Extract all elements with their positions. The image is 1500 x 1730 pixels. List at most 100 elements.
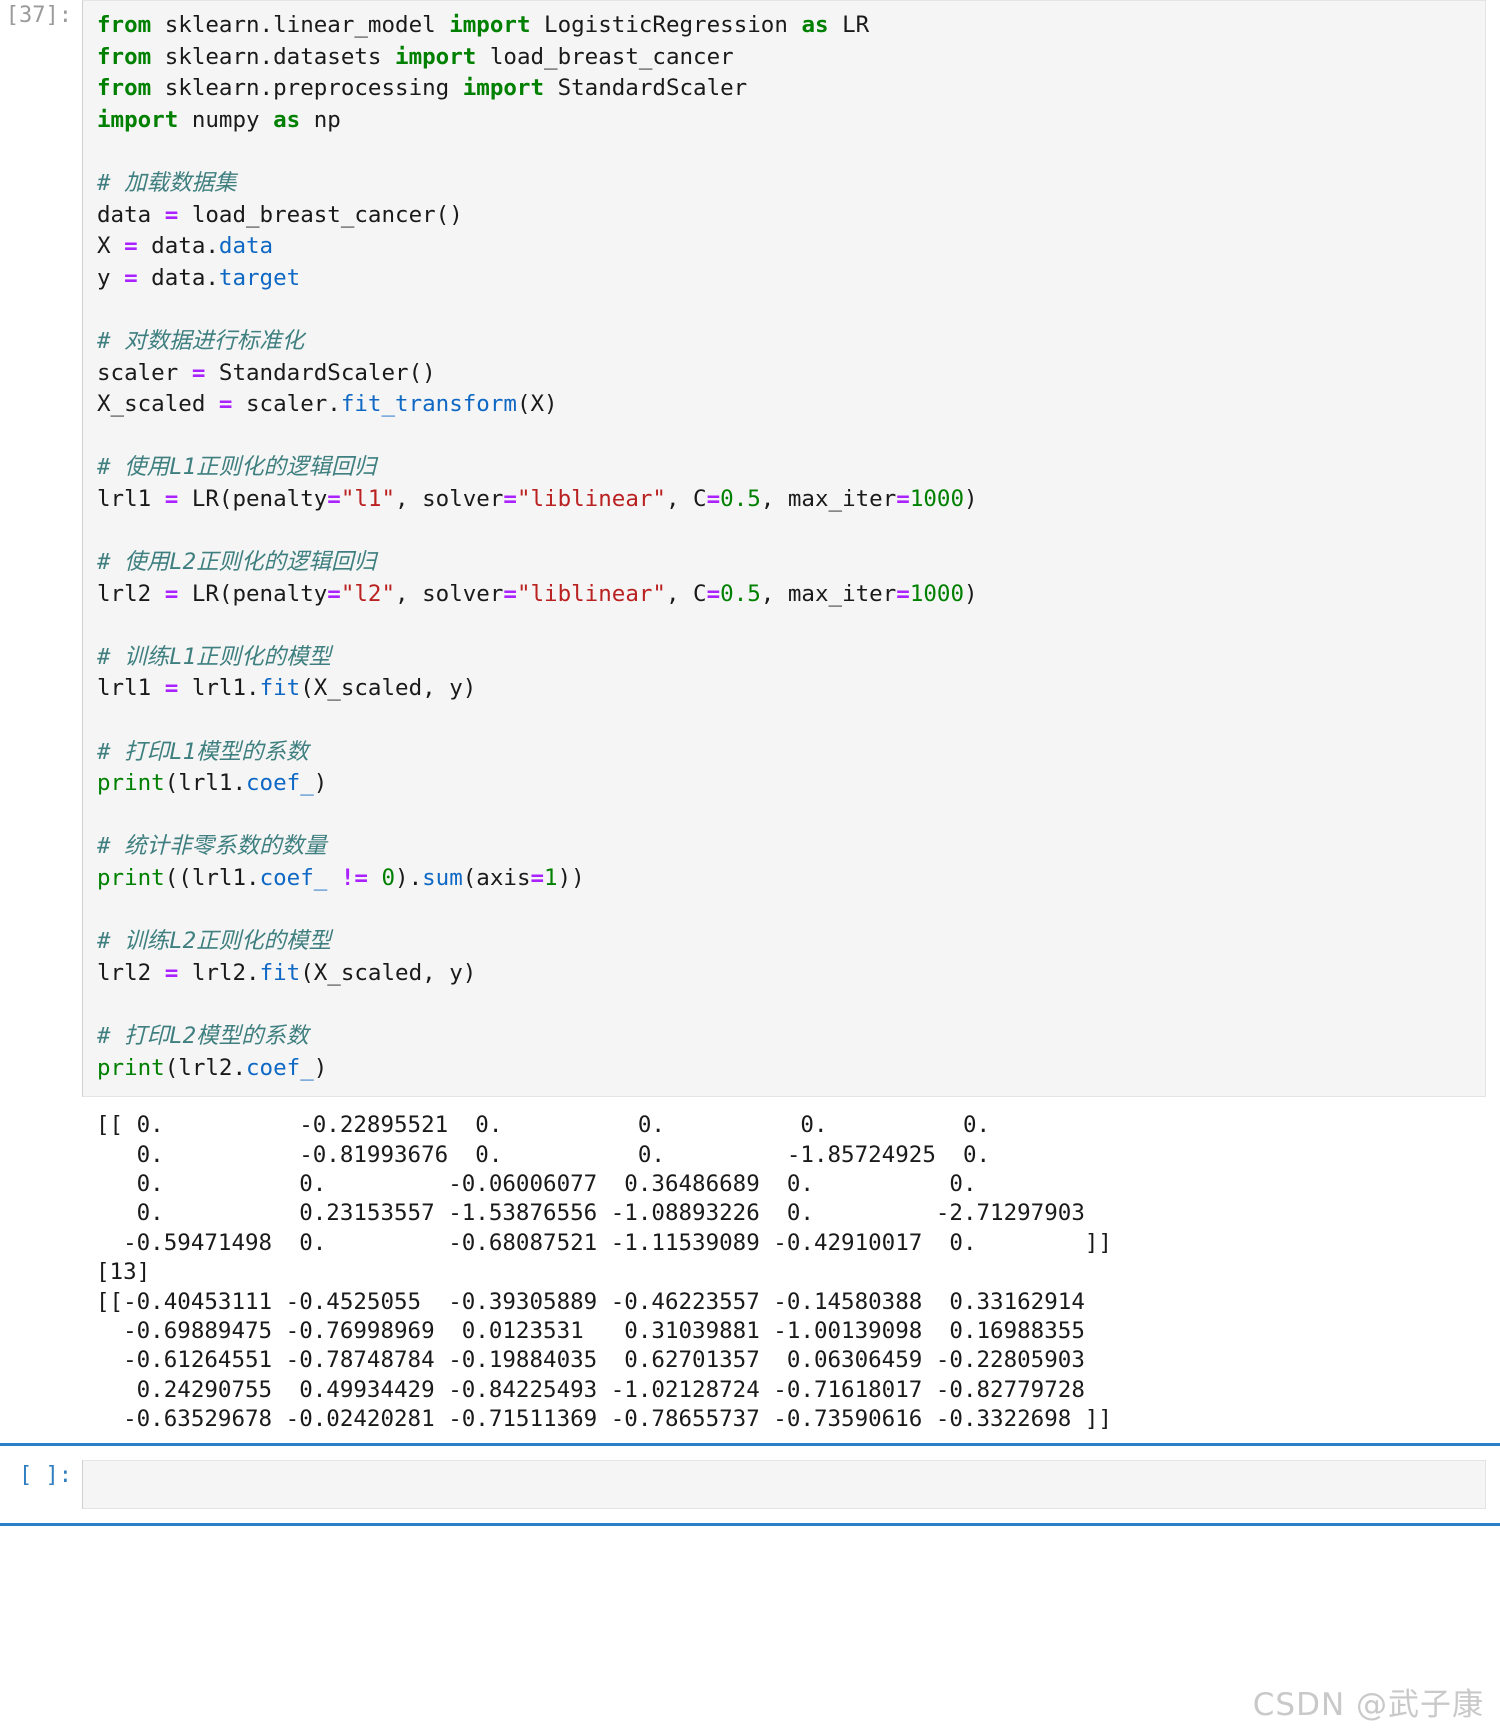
source-code[interactable]: from sklearn.linear_model import Logisti…	[97, 10, 1471, 1084]
code-token-at: fit	[259, 959, 301, 986]
code-token-op: =	[706, 580, 721, 607]
code-token-pl: , solver	[395, 580, 504, 607]
code-token-pl: lrl1	[97, 675, 165, 702]
code-token-pl: np	[300, 106, 341, 133]
code-token-pl: , C	[665, 485, 707, 512]
code-token-pl: LogisticRegression	[544, 12, 802, 38]
code-token-pl: LR	[828, 12, 870, 38]
code-token-st: "liblinear"	[516, 580, 666, 607]
empty-cell-body	[82, 1459, 1500, 1509]
cell-divider-bottom	[0, 1522, 1500, 1526]
code-token-pl: )	[313, 1054, 328, 1081]
code-token-pl: ((lrl1.	[164, 865, 260, 892]
code-token-op: =	[503, 485, 517, 512]
code-token-at: coef_	[259, 865, 328, 892]
code-cell-body: from sklearn.linear_model import Logisti…	[82, 0, 1500, 1098]
code-token-op: =	[164, 485, 179, 512]
code-token-pl: sklearn.linear_model	[164, 12, 450, 38]
code-token-op: =	[124, 233, 138, 260]
code-token-pl: lrl2	[97, 580, 165, 607]
code-token-pl: data.	[137, 264, 219, 291]
output-cell-body: [[ 0. -0.22895521 0. 0. 0. 0. 0. -0.8199…	[82, 1097, 1500, 1443]
code-token-pl: lrl2	[97, 959, 165, 986]
empty-code-input[interactable]	[82, 1459, 1486, 1509]
code-token-at: sum	[422, 865, 463, 892]
code-token-pl: LR(penalty	[178, 580, 328, 607]
code-token-pl: data.	[137, 233, 219, 260]
code-input-area[interactable]: from sklearn.linear_model import Logisti…	[82, 0, 1486, 1098]
empty-execution-prompt: [ ]:	[19, 1462, 72, 1488]
code-token-op: =	[218, 391, 233, 418]
code-token-pl: )	[964, 580, 978, 607]
code-cell: [37]: from sklearn.linear_model import L…	[0, 0, 1500, 1098]
code-token-pl: ))	[557, 865, 585, 892]
code-token-op: =	[164, 675, 179, 702]
code-token-cm: # 统计非零系数的数量	[97, 833, 327, 860]
code-token-kw: import	[97, 106, 192, 133]
execution-count-prompt: [37]:	[5, 3, 72, 28]
code-token-kw: import	[462, 75, 558, 102]
code-token-op: =	[164, 201, 179, 228]
code-token-kw: import	[449, 12, 545, 38]
code-token-pl: )	[964, 485, 978, 512]
code-token-pl: )	[313, 770, 328, 797]
code-token-pl: , solver	[395, 485, 504, 512]
code-token-op: =	[327, 580, 341, 607]
code-token-pl: (lrl1.	[164, 770, 247, 797]
code-token-bi: print	[97, 865, 165, 892]
code-token-op: =	[530, 865, 545, 892]
code-token-at: data	[218, 233, 274, 260]
code-token-pl: y	[97, 264, 125, 291]
code-token-pl: (X_scaled, y)	[300, 675, 477, 702]
code-token-op: =	[327, 485, 341, 512]
output-cell: [[ 0. -0.22895521 0. 0. 0. 0. 0. -0.8199…	[0, 1097, 1500, 1443]
code-token-pl: load_breast_cancer	[489, 43, 734, 70]
stdout-text: [[ 0. -0.22895521 0. 0. 0. 0. 0. -0.8199…	[96, 1112, 1112, 1433]
code-token-cm: # 加载数据集	[97, 169, 237, 196]
code-token-cm: # 打印L1模型的系数	[97, 738, 309, 765]
empty-code-cell: [ ]:	[0, 1459, 1500, 1509]
code-token-pl: , C	[665, 580, 707, 607]
code-token-kw: from	[97, 43, 165, 70]
notebook-root: [37]: from sklearn.linear_model import L…	[0, 0, 1500, 1730]
code-token-pl: StandardScaler	[557, 75, 748, 102]
code-token-nu: 0	[381, 865, 396, 892]
code-token-op: =	[164, 959, 179, 986]
code-token-pl: X_scaled	[97, 391, 219, 418]
code-token-bi: print	[97, 770, 165, 797]
code-token-pl: lrl1	[97, 485, 165, 512]
code-token-nu: 1	[544, 865, 558, 892]
code-token-pl: (axis	[462, 865, 531, 892]
code-token-cm: # 使用L1正则化的逻辑回归	[97, 454, 377, 481]
code-token-kw: as	[801, 12, 829, 38]
code-token-pl: (X)	[516, 391, 558, 418]
code-token-st: "l2"	[340, 580, 396, 607]
code-token-cm: # 打印L2模型的系数	[97, 1023, 309, 1049]
stdout-output-area: [[ 0. -0.22895521 0. 0. 0. 0. 0. -0.8199…	[82, 1097, 1500, 1443]
code-token-cm: # 训练L1正则化的模型	[97, 643, 332, 670]
code-token-cm: # 使用L2正则化的逻辑回归	[97, 549, 377, 576]
code-token-op: !=	[340, 865, 368, 892]
code-token-op: =	[706, 485, 721, 512]
code-token-bi: print	[97, 1054, 165, 1081]
code-token-st: "liblinear"	[516, 485, 666, 512]
code-token-at: fit_transform	[340, 391, 517, 418]
code-token-pl: lrl2.	[178, 959, 260, 986]
code-token-pl: sklearn.preprocessing	[164, 75, 463, 102]
code-token-op: =	[503, 580, 517, 607]
code-token-at: coef_	[246, 1054, 314, 1081]
code-token-pl: (lrl2.	[164, 1054, 247, 1081]
code-token-nu: 0.5	[720, 485, 761, 512]
code-token-op: =	[896, 580, 910, 607]
code-token-kw: import	[395, 43, 490, 70]
code-token-pl: sklearn.datasets	[164, 43, 396, 70]
code-token-pl: ).	[395, 865, 423, 892]
code-token-at: target	[218, 264, 301, 291]
code-token-cm: # 训练L2正则化的模型	[97, 928, 332, 955]
code-token-kw: from	[97, 75, 165, 102]
code-token-kw: from	[97, 12, 165, 38]
code-token-pl: StandardScaler()	[205, 359, 436, 386]
code-token-st: "l1"	[340, 485, 396, 512]
code-token-pl: scaler	[97, 359, 192, 386]
